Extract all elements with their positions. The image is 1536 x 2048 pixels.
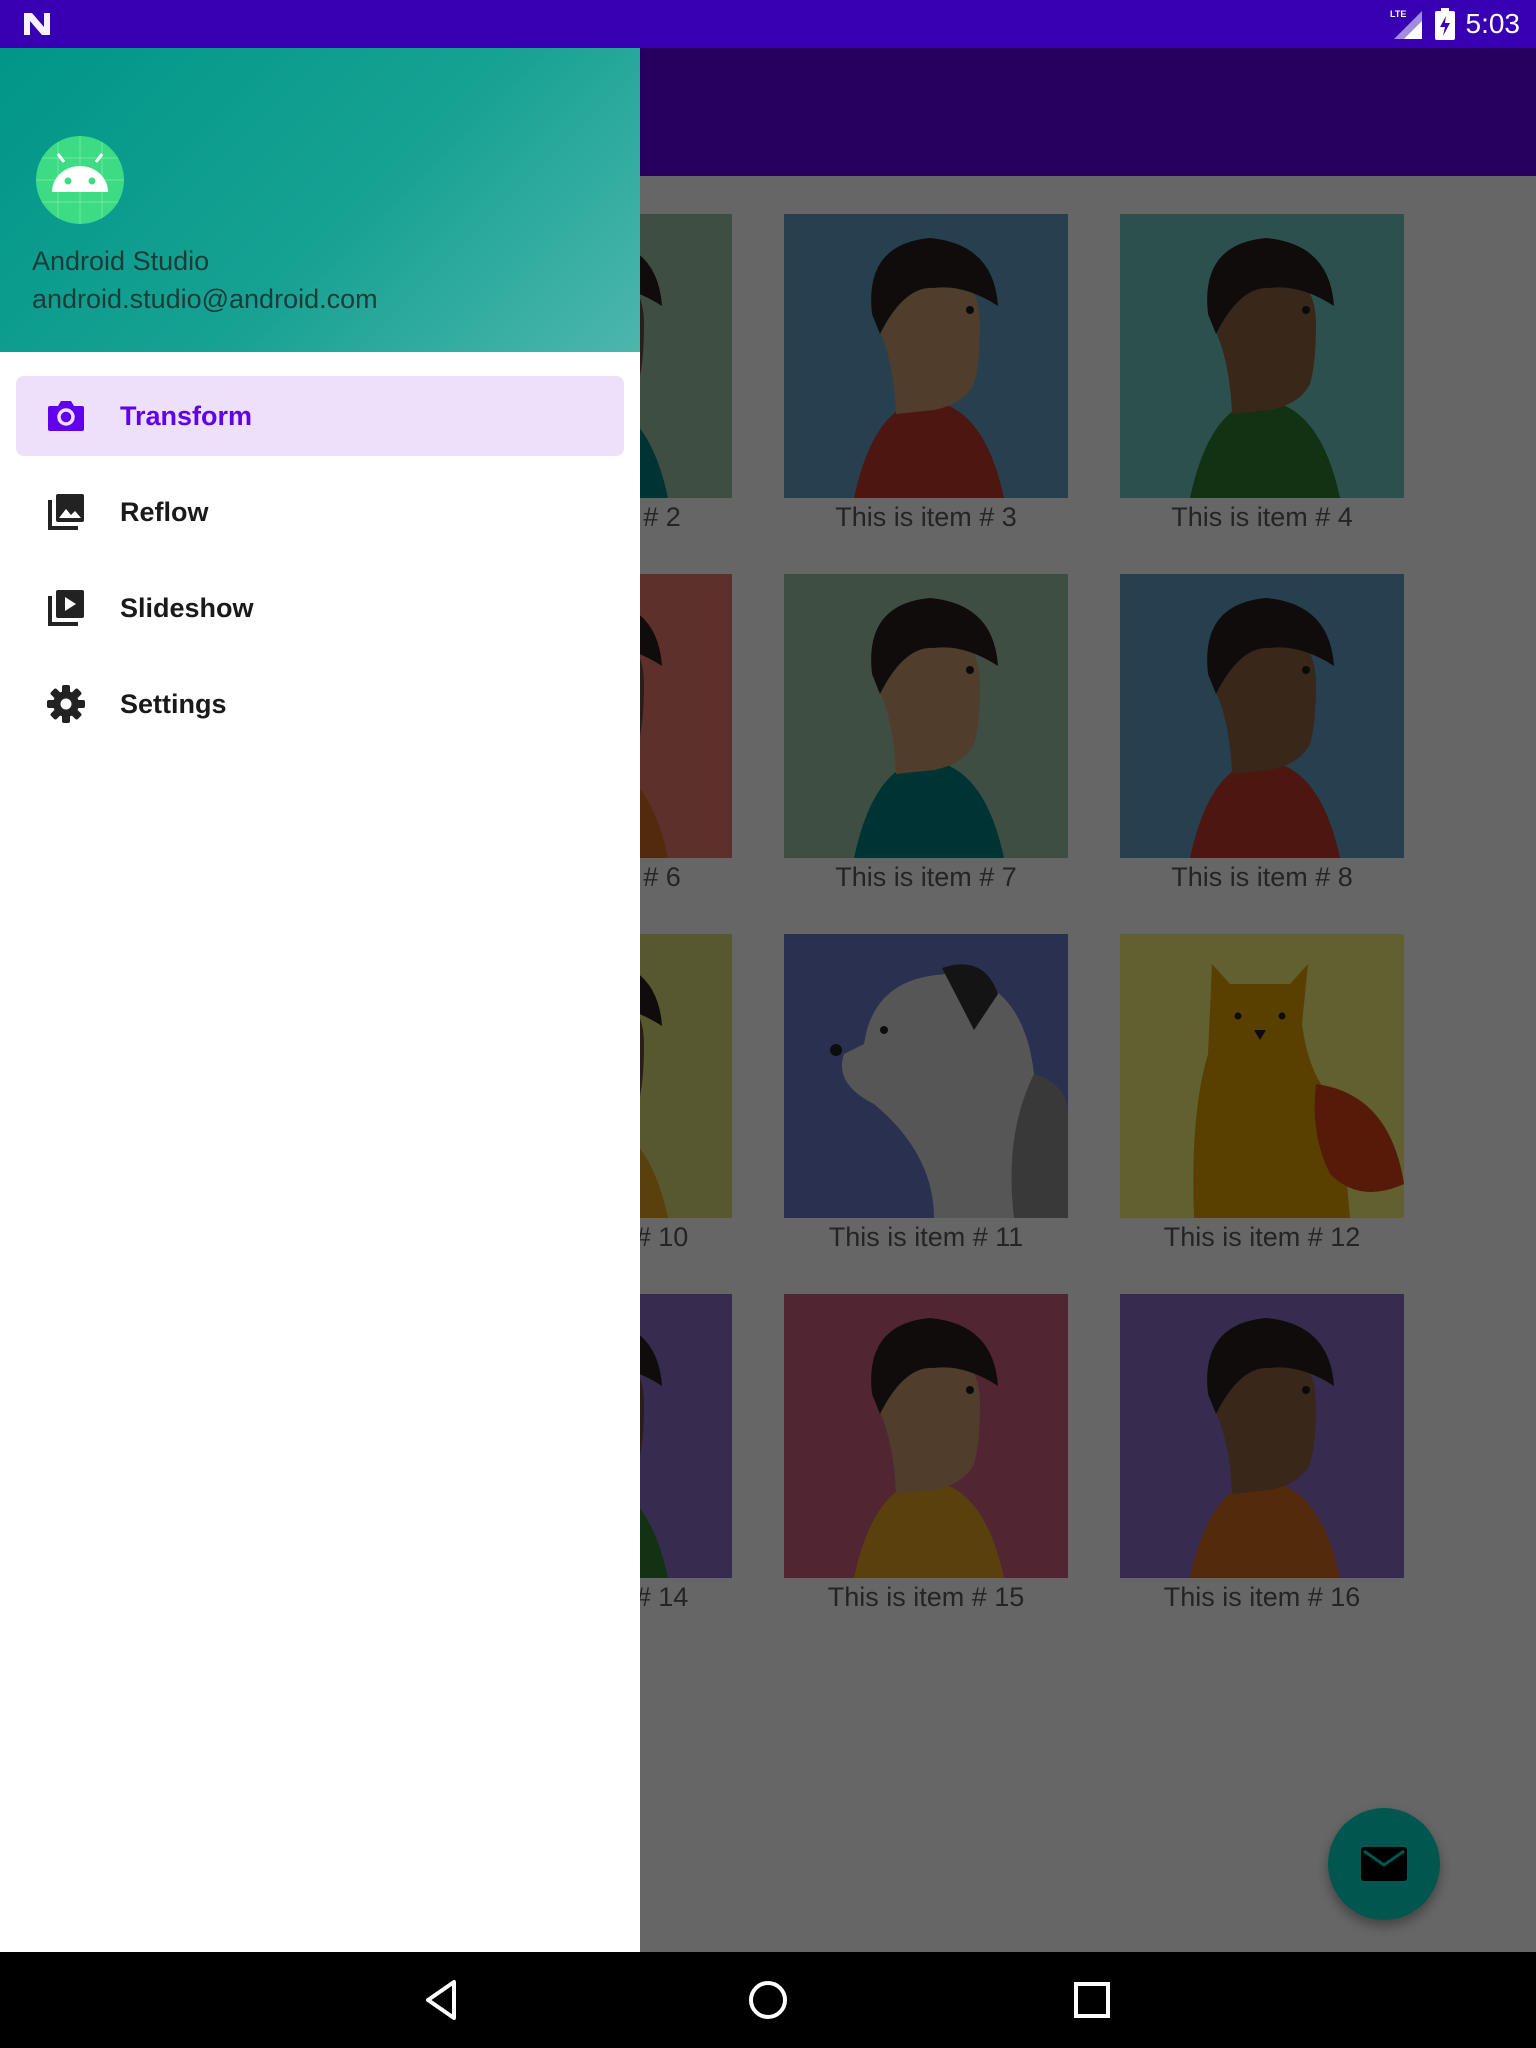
status-icons: LTE 5:03: [1390, 0, 1521, 48]
clock: 5:03: [1465, 8, 1521, 39]
nav-item-label: Slideshow: [120, 592, 254, 623]
nav-item-transform[interactable]: Transform: [16, 376, 624, 456]
image-gallery-icon: [48, 494, 84, 530]
nav-item-label: Transform: [120, 400, 253, 431]
nav-item-slideshow[interactable]: Slideshow: [16, 568, 624, 648]
nav-item-reflow[interactable]: Reflow: [16, 472, 624, 552]
user-email: android.studio@android.com: [32, 284, 378, 314]
back-icon[interactable]: [420, 1976, 468, 2024]
system-navigation-bar: [0, 1952, 1536, 2048]
lte-signal-icon: LTE: [1390, 9, 1422, 39]
navigation-drawer: Android Studio android.studio@android.co…: [0, 48, 640, 1952]
slideshow-icon: [48, 590, 84, 626]
avatar: [36, 136, 124, 224]
camera-icon: [48, 401, 84, 431]
svg-text:LTE: LTE: [1390, 9, 1406, 19]
nav-item-settings[interactable]: Settings: [16, 664, 624, 744]
drawer-header: Android Studio android.studio@android.co…: [0, 48, 640, 352]
gear-icon: [47, 685, 85, 723]
battery-charging-icon: [1434, 8, 1455, 40]
recent-apps-icon[interactable]: [1068, 1976, 1116, 2024]
android-logo-icon: [36, 136, 124, 224]
nav-item-label: Reflow: [120, 496, 209, 527]
user-name: Android Studio: [32, 246, 210, 276]
status-bar: LTE 5:03: [0, 0, 1536, 48]
android-n-logo-icon: [24, 13, 50, 35]
nav-item-label: Settings: [120, 688, 227, 719]
home-icon[interactable]: [744, 1976, 792, 2024]
